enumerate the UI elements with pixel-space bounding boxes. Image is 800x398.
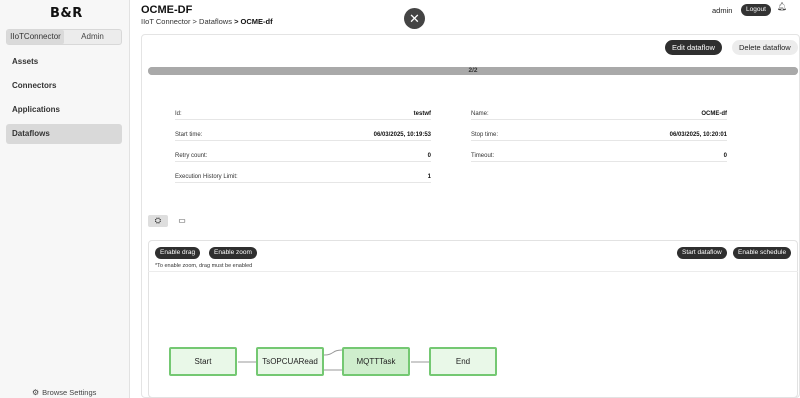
retry-count-value: 0 [427, 153, 431, 159]
canvas-divider [148, 271, 798, 272]
sidebar-item-applications[interactable]: Applications [6, 100, 122, 120]
detail-timeout: Timeout: 0 [471, 150, 727, 162]
detail-start-time: Start time: 06/03/2025, 10:19:53 [175, 129, 431, 141]
browse-settings-link[interactable]: ⚙ Browse Settings [32, 388, 96, 397]
detail-retry-count: Retry count: 0 [175, 150, 431, 162]
enable-zoom-button[interactable]: Enable zoom [209, 247, 257, 259]
timeout-value: 0 [723, 153, 727, 159]
brand-logo: B&R [50, 6, 83, 21]
flow-node-end[interactable]: End [429, 347, 497, 376]
enable-schedule-button[interactable]: Enable schedule [733, 247, 792, 259]
sidebar: B&R IIoTConnector Admin Assets Connector… [0, 0, 130, 398]
breadcrumb-current: > OCME-df [234, 17, 273, 26]
history-limit-value: 1 [427, 174, 431, 180]
name-label: Name: [471, 111, 489, 117]
user-name: admin [712, 6, 733, 15]
page-title: OCME-DF [141, 4, 193, 16]
stop-time-value: 06/03/2025, 10:20:01 [669, 132, 727, 138]
view-toggle: ⛭ ▭ [148, 215, 192, 227]
flow-node-tsopcuaread[interactable]: TsOPCUARead [256, 347, 324, 376]
detail-stop-time: Stop time: 06/03/2025, 10:20:01 [471, 129, 727, 141]
execution-progress-bar: 2/2 [148, 67, 798, 75]
id-label: Id: [175, 111, 182, 117]
detail-id: Id: testwf [175, 108, 431, 120]
delete-dataflow-button[interactable]: Delete dataflow [732, 40, 798, 55]
edit-dataflow-button[interactable]: Edit dataflow [665, 40, 722, 55]
detail-name: Name: OCME-df [471, 108, 727, 120]
timeout-label: Timeout: [471, 153, 495, 159]
retry-count-label: Retry count: [175, 153, 208, 159]
breadcrumb: IIoT Connector > Dataflows > OCME-df [141, 17, 273, 26]
flow-node-start[interactable]: Start [169, 347, 237, 376]
start-time-value: 06/03/2025, 10:19:53 [373, 132, 431, 138]
browse-settings-label: Browse Settings [42, 388, 97, 397]
tab-iiotconnector[interactable]: IIoTConnector [7, 30, 64, 44]
sidebar-item-dataflows[interactable]: Dataflows [6, 124, 122, 144]
gear-icon: ⚙ [32, 388, 40, 397]
close-icon[interactable]: ✕ [404, 8, 425, 29]
bell-icon[interactable]: 🔔︎ [777, 2, 787, 11]
history-limit-label: Execution History Limit: [175, 174, 238, 180]
logout-button[interactable]: Logout [741, 4, 771, 16]
name-value: OCME-df [701, 111, 727, 117]
sidebar-nav: Assets Connectors Applications Dataflows [6, 52, 122, 148]
detail-history-limit: Execution History Limit: 1 [175, 171, 431, 183]
app-switcher: IIoTConnector Admin [6, 29, 122, 45]
graph-view-icon[interactable]: ⛭ [148, 215, 168, 227]
progress-text: 2/2 [468, 67, 478, 74]
start-time-label: Start time: [175, 132, 203, 138]
breadcrumb-iiot-connector[interactable]: IIoT Connector > [141, 17, 197, 26]
card-view-icon[interactable]: ▭ [172, 215, 192, 227]
app-window: B&R IIoTConnector Admin Assets Connector… [0, 0, 800, 398]
id-value: testwf [413, 111, 431, 117]
tab-admin[interactable]: Admin [64, 30, 121, 44]
sidebar-item-connectors[interactable]: Connectors [6, 76, 122, 96]
start-dataflow-button[interactable]: Start dataflow [677, 247, 727, 259]
flow-node-mqtttask[interactable]: MQTTTask [342, 347, 410, 376]
sidebar-item-assets[interactable]: Assets [6, 52, 122, 72]
zoom-hint: *To enable zoom, drag must be enabled [155, 263, 253, 269]
enable-drag-button[interactable]: Enable drag [155, 247, 201, 259]
stop-time-label: Stop time: [471, 132, 499, 138]
breadcrumb-dataflows[interactable]: Dataflows [199, 17, 232, 26]
